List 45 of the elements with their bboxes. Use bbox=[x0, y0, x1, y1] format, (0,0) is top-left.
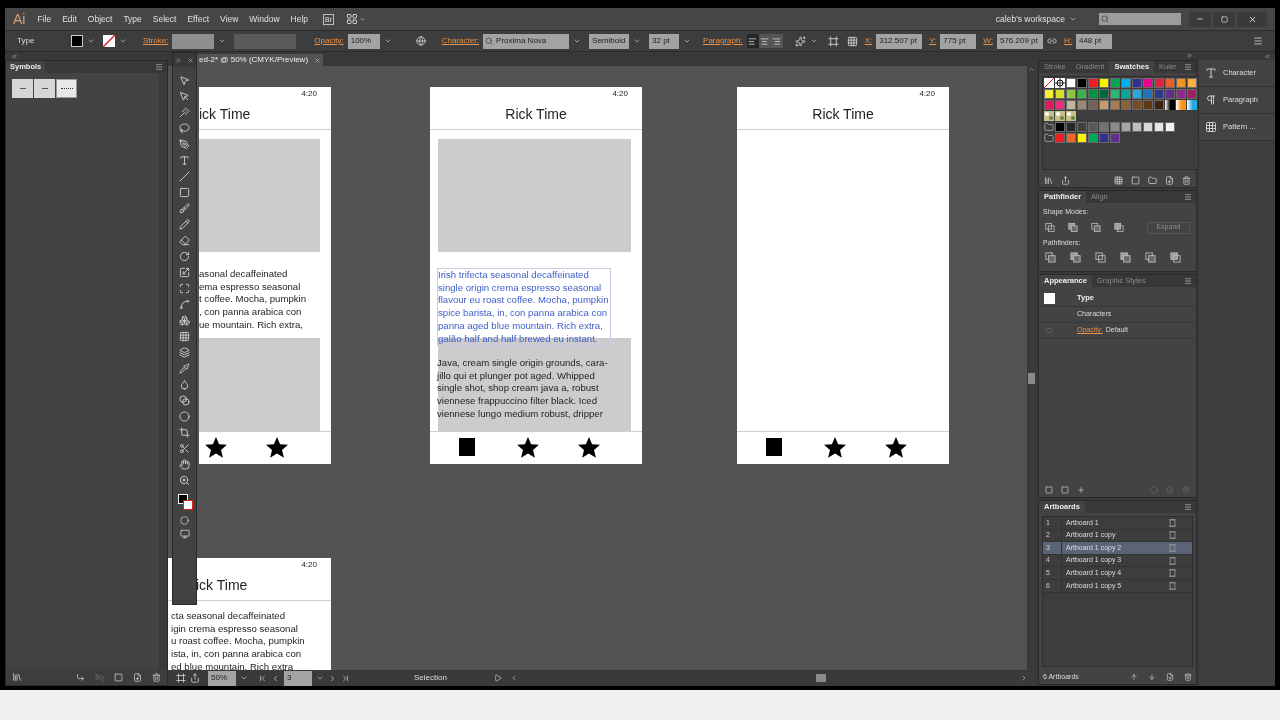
menu-item[interactable]: Help bbox=[290, 12, 309, 26]
selection-type-label: Type bbox=[17, 35, 36, 47]
font-size-field[interactable]: 32 pt bbox=[649, 33, 680, 49]
opacity-field[interactable]: 100% bbox=[347, 33, 380, 49]
menu-item[interactable]: Object bbox=[87, 12, 113, 26]
menu-item[interactable]: Effect bbox=[187, 12, 210, 26]
menu-item[interactable]: Type bbox=[123, 12, 142, 26]
font-style-field[interactable]: Semibold bbox=[589, 33, 630, 49]
dimension-field[interactable]: 312.507 pt bbox=[876, 33, 923, 49]
menu-item[interactable]: Window bbox=[249, 12, 280, 26]
app-title: Rick Time bbox=[812, 105, 874, 124]
status-time: 4:20 bbox=[301, 87, 317, 100]
paragraph-label: Paragraph: bbox=[703, 35, 743, 47]
status-time: 4:20 bbox=[919, 87, 935, 100]
field-label: Y: bbox=[929, 35, 937, 47]
app-logo: Ai bbox=[13, 9, 26, 29]
menu-item[interactable]: View bbox=[220, 12, 239, 26]
dimension-field[interactable]: 448 pt bbox=[1075, 33, 1112, 49]
current-tool-label: Selection bbox=[414, 672, 448, 684]
menu-item[interactable]: Edit bbox=[62, 12, 77, 26]
body-text: cta seasonal decaffeinated igin crema espresso seasonal u roast coffee. Mocha, pumpkin ista, in, con panna arabica con ed blue mountain. Rich extra bbox=[171, 610, 305, 670]
artboard-number-field[interactable]: 3 bbox=[284, 670, 312, 686]
dimension-field[interactable]: 775 pt bbox=[940, 33, 977, 49]
body-text: Java, cream single origin grounds, cara- jillo qui et plunger pot aged. Whipped single shot, shop cream java a, robust viennese frappuccino filter black. Iced viennese lungo medium robust, dripper bbox=[437, 357, 608, 421]
field-label: X: bbox=[864, 35, 873, 47]
character-label: Character: bbox=[441, 35, 480, 47]
menu-item[interactable]: File bbox=[37, 12, 52, 26]
app-title: ick Time bbox=[196, 576, 248, 595]
font-family-value: Proxima Nova bbox=[496, 35, 547, 47]
dimension-field[interactable]: 576.209 pt bbox=[996, 33, 1043, 49]
status-time: 4:20 bbox=[301, 558, 317, 571]
body-text: asonal decaffeinated ema espresso seasonal t coffee. Mocha, pumpkin , con panna arabica con ue mountain. Rich extra, bbox=[199, 268, 306, 332]
app-title: Rick Time bbox=[505, 105, 567, 124]
status-time: 4:20 bbox=[612, 87, 628, 100]
font-family-field[interactable]: Proxima Nova bbox=[483, 33, 570, 49]
zoom-field[interactable]: 50% bbox=[208, 670, 236, 686]
app-title: ick Time bbox=[199, 105, 251, 124]
opacity-label: Opacity: bbox=[314, 35, 344, 47]
body-text: Irish trifecta seasonal decaffeinated single origin crema espresso seasonal flavour eu roast coffee. Mocha, pumpkin spice barista, in, con panna arabica con panna aged blue mountain. Rich extra, galão half and half brewed eu instant. bbox=[437, 268, 612, 347]
field-label: W: bbox=[983, 35, 993, 47]
field-label: H: bbox=[1063, 35, 1072, 47]
workspace-switcher[interactable]: caleb's workspace bbox=[995, 12, 1065, 26]
document-tab[interactable]: ed-2* @ 50% (CMYK/Preview) bbox=[197, 54, 324, 66]
menu-item[interactable]: Select bbox=[152, 12, 177, 26]
stroke-label: Stroke: bbox=[143, 35, 169, 47]
